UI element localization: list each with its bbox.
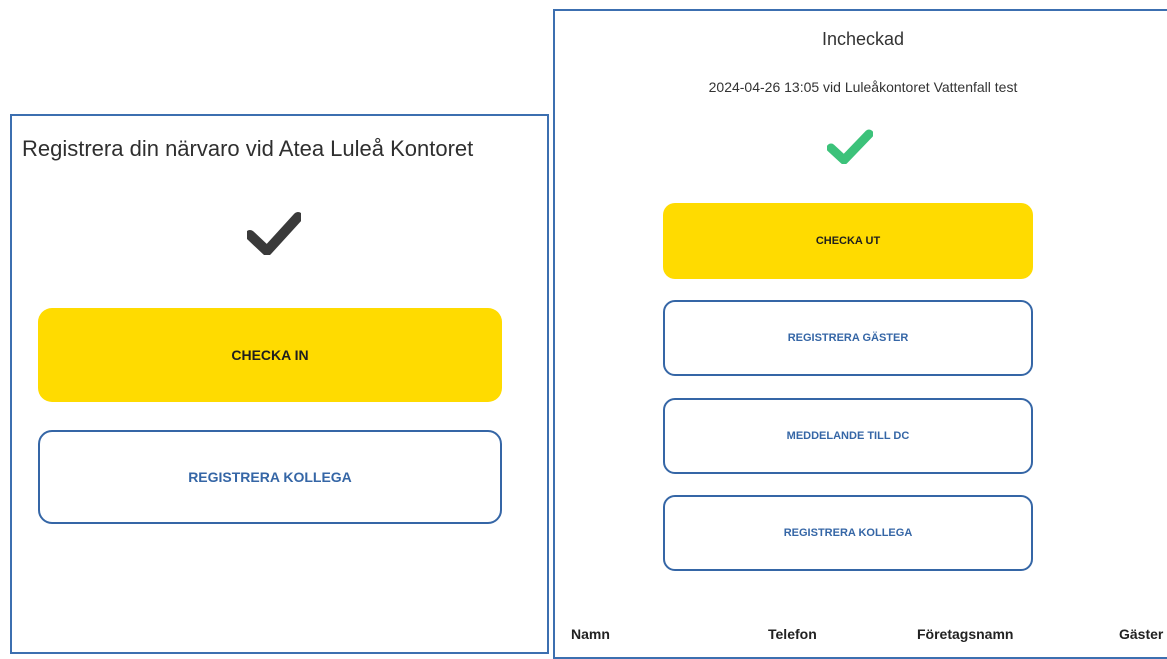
- checked-in-title: Incheckad: [821, 29, 905, 49]
- register-guests-button[interactable]: REGISTRERA GÄSTER: [663, 300, 1033, 376]
- checkmark-icon: [247, 212, 301, 255]
- register-colleague-button[interactable]: REGISTRERA KOLLEGA: [663, 495, 1033, 571]
- table-header-name: Namn: [571, 626, 610, 642]
- checkin-panel-title: Registrera din närvaro vid Atea Luleå Ko…: [22, 136, 474, 161]
- table-header-phone: Telefon: [768, 626, 817, 642]
- table-header-company: Företagsnamn: [917, 626, 1014, 642]
- table-header-guests: Gäster: [1119, 626, 1164, 642]
- checked-in-details: 2024-04-26 13:05 vid Luleåkontoret Vatte…: [708, 79, 1018, 95]
- checked-in-panel: Incheckad 2024-04-26 13:05 vid Luleåkont…: [553, 9, 1167, 659]
- message-dc-button[interactable]: MEDDELANDE TILL DC: [663, 398, 1033, 474]
- checkin-panel: Registrera din närvaro vid Atea Luleå Ko…: [10, 114, 549, 654]
- checkmark-icon: [827, 129, 873, 164]
- register-colleague-button[interactable]: REGISTRERA KOLLEGA: [38, 430, 502, 524]
- checkin-button[interactable]: CHECKA IN: [38, 308, 502, 402]
- checkout-button[interactable]: CHECKA UT: [663, 203, 1033, 279]
